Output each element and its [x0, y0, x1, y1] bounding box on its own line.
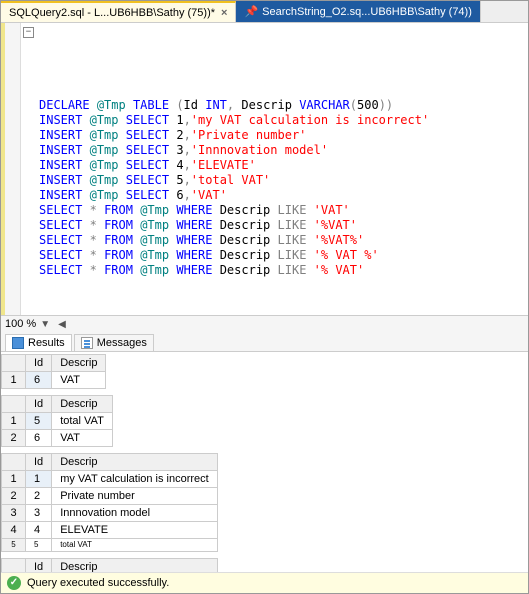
- results-pane[interactable]: IdDescrip16VATIdDescrip15total VAT26VATI…: [1, 352, 528, 572]
- table-row[interactable]: 16VAT: [2, 372, 106, 389]
- result-tabs: Results Messages: [1, 332, 528, 352]
- grid-icon: [12, 337, 24, 349]
- cell-id[interactable]: 3: [26, 505, 52, 522]
- col-id[interactable]: Id: [26, 559, 52, 573]
- cell-id[interactable]: 4: [26, 522, 52, 539]
- grid-corner: [2, 559, 26, 573]
- chevron-left-icon[interactable]: ◀: [58, 319, 66, 330]
- grid-corner: [2, 355, 26, 372]
- table-row[interactable]: 22Private number: [2, 488, 218, 505]
- success-icon: ✓: [7, 576, 21, 590]
- editor-gutter: [5, 23, 21, 315]
- table-row[interactable]: 33Innnovation model: [2, 505, 218, 522]
- zoom-value[interactable]: 100 %: [5, 318, 36, 330]
- fold-icon[interactable]: −: [23, 27, 34, 38]
- cell-id[interactable]: 1: [26, 471, 52, 488]
- result-grid[interactable]: IdDescrip16VAT: [1, 354, 106, 389]
- col-descrip[interactable]: Descrip: [52, 396, 113, 413]
- table-row[interactable]: 11my VAT calculation is incorrect: [2, 471, 218, 488]
- tab-messages[interactable]: Messages: [74, 334, 154, 351]
- cell-descrip[interactable]: ELEVATE: [52, 522, 218, 539]
- grid-corner: [2, 454, 26, 471]
- chevron-down-icon[interactable]: ▼: [40, 319, 50, 330]
- cell-id[interactable]: 5: [26, 413, 52, 430]
- cell-descrip[interactable]: total VAT: [52, 539, 218, 552]
- cell-descrip[interactable]: Private number: [52, 488, 218, 505]
- tab-label: SQLQuery2.sql - L...UB6HBB\Sathy (75))*: [9, 7, 215, 19]
- code-editor[interactable]: − DECLARE @Tmp TABLE (Id INT, Descrip VA…: [1, 23, 528, 315]
- table-row[interactable]: 44ELEVATE: [2, 522, 218, 539]
- cell-descrip[interactable]: VAT: [52, 372, 106, 389]
- cell-id[interactable]: 6: [26, 430, 52, 447]
- row-header[interactable]: 5: [2, 539, 26, 552]
- tab-results[interactable]: Results: [5, 334, 72, 351]
- grid-corner: [2, 396, 26, 413]
- tab-label: SearchString_O2.sq...UB6HBB\Sathy (74)): [262, 6, 472, 18]
- table-row[interactable]: 15total VAT: [2, 413, 113, 430]
- col-id[interactable]: Id: [26, 396, 52, 413]
- cell-descrip[interactable]: VAT: [52, 430, 113, 447]
- col-id[interactable]: Id: [26, 454, 52, 471]
- col-descrip[interactable]: Descrip: [52, 355, 106, 372]
- tab-searchstring[interactable]: 📌 SearchString_O2.sq...UB6HBB\Sathy (74)…: [236, 1, 480, 22]
- col-descrip[interactable]: Descrip: [52, 454, 218, 471]
- editor-tabs: SQLQuery2.sql - L...UB6HBB\Sathy (75))* …: [1, 1, 528, 23]
- row-header[interactable]: 1: [2, 413, 26, 430]
- code-content: DECLARE @Tmp TABLE (Id INT, Descrip VARC…: [39, 83, 528, 293]
- col-id[interactable]: Id: [26, 355, 52, 372]
- cell-id[interactable]: 6: [26, 372, 52, 389]
- status-text: Query executed successfully.: [27, 577, 169, 589]
- result-grid[interactable]: IdDescrip11my VAT calculation is incorre…: [1, 453, 218, 552]
- pin-icon: 📌: [244, 5, 258, 18]
- cell-descrip[interactable]: Innnovation model: [52, 505, 218, 522]
- table-row[interactable]: 55total VAT: [2, 539, 218, 552]
- result-grid[interactable]: IdDescrip15total VAT26VAT: [1, 395, 113, 447]
- table-row[interactable]: 26VAT: [2, 430, 113, 447]
- cell-id[interactable]: 2: [26, 488, 52, 505]
- tab-sqlquery2[interactable]: SQLQuery2.sql - L...UB6HBB\Sathy (75))* …: [1, 1, 236, 22]
- result-grid[interactable]: IdDescrip11my VAT calculation is incorre…: [1, 558, 218, 572]
- status-bar: ✓ Query executed successfully.: [1, 572, 528, 593]
- row-header[interactable]: 4: [2, 522, 26, 539]
- row-header[interactable]: 3: [2, 505, 26, 522]
- tab-results-label: Results: [28, 337, 65, 349]
- cell-descrip[interactable]: my VAT calculation is incorrect: [52, 471, 218, 488]
- row-header[interactable]: 1: [2, 471, 26, 488]
- messages-icon: [81, 337, 93, 349]
- cell-id[interactable]: 5: [26, 539, 52, 552]
- row-header[interactable]: 2: [2, 488, 26, 505]
- row-header[interactable]: 1: [2, 372, 26, 389]
- close-icon[interactable]: ×: [221, 7, 227, 19]
- row-header[interactable]: 2: [2, 430, 26, 447]
- zoom-bar: 100 % ▼ ◀: [1, 315, 528, 332]
- cell-descrip[interactable]: total VAT: [52, 413, 113, 430]
- col-descrip[interactable]: Descrip: [52, 559, 218, 573]
- tab-messages-label: Messages: [97, 337, 147, 349]
